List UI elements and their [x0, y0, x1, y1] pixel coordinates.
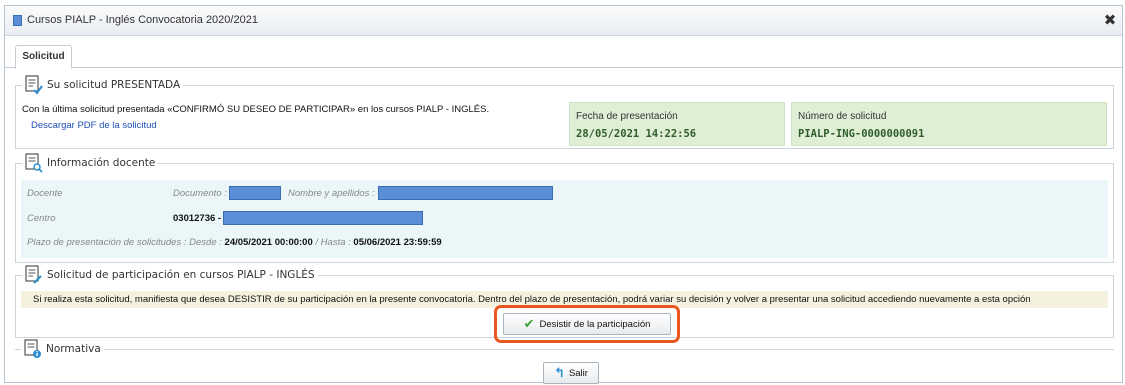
- section-teacher-info: Información docente Docente Documento : …: [15, 153, 1114, 263]
- section-normativa-title: Normativa: [46, 343, 101, 355]
- section-submitted-title: Su solicitud PRESENTADA: [47, 79, 181, 91]
- document-search-icon: [25, 153, 43, 173]
- submission-date-box: Fecha de presentación 28/05/2021 14:22:5…: [569, 102, 785, 146]
- desde-label: Desde :: [189, 237, 222, 248]
- checkmark-icon: ✔: [523, 316, 535, 332]
- window-title: Cursos PIALP - Inglés Convocatoria 2020/…: [27, 14, 258, 26]
- application-number-label: Número de solicitud: [798, 111, 887, 122]
- application-number-value: PIALP-ING-0000000091: [798, 128, 925, 140]
- tab-solicitud[interactable]: Solicitud: [15, 45, 72, 69]
- centro-row: Centro 03012736 -: [27, 211, 1107, 227]
- window-icon: [13, 15, 22, 26]
- desist-participation-button[interactable]: ✔ Desistir de la participación: [503, 313, 671, 335]
- dialog-window: Cursos PIALP - Inglés Convocatoria 2020/…: [4, 5, 1123, 384]
- hasta-value: 05/06/2021 23:59:59: [353, 237, 442, 248]
- centro-code: 03012736 -: [173, 213, 222, 224]
- section-participation: Solicitud de participación en cursos PIA…: [15, 265, 1114, 343]
- section-teacher-title: Información docente: [47, 157, 156, 169]
- teacher-info-panel: Docente Documento : Nombre y apellidos :…: [21, 180, 1108, 258]
- plazo-label: Plazo de presentación de solicitudes :: [27, 237, 187, 248]
- back-arrow-icon: ↰: [554, 365, 565, 381]
- centro-label: Centro: [27, 213, 56, 224]
- hasta-label: Hasta :: [320, 237, 351, 248]
- document-info-icon: [24, 339, 42, 359]
- document-edit-icon: [25, 265, 43, 285]
- submission-date-label: Fecha de presentación: [576, 111, 678, 122]
- docente-row: Docente Documento : Nombre y apellidos :: [27, 186, 1107, 202]
- documento-label: Documento :: [173, 188, 227, 199]
- tab-bar: Solicitud: [5, 42, 1122, 69]
- plazo-separator: /: [315, 237, 319, 248]
- title-bar: Cursos PIALP - Inglés Convocatoria 2020/…: [5, 6, 1122, 36]
- desde-value: 24/05/2021 00:00:00: [224, 237, 313, 248]
- download-pdf-link[interactable]: Descargar PDF de la solicitud: [31, 120, 157, 131]
- exit-button-label: Salir: [568, 367, 588, 379]
- section-normativa-legend[interactable]: Normativa: [21, 339, 104, 359]
- close-icon[interactable]: ✖: [1102, 12, 1118, 28]
- redacted-document: [229, 186, 281, 200]
- plazo-row: Plazo de presentación de solicitudes : D…: [27, 237, 1107, 253]
- exit-button[interactable]: ↰ Salir: [543, 362, 599, 384]
- section-submitted: Su solicitud PRESENTADA Con la última so…: [15, 75, 1114, 149]
- redacted-centro: [223, 211, 423, 225]
- submission-date-value: 28/05/2021 14:22:56: [576, 128, 697, 140]
- section-teacher-legend: Información docente: [22, 153, 159, 173]
- section-normativa: Normativa: [15, 339, 1114, 359]
- redacted-name: [378, 186, 553, 200]
- application-number-box: Número de solicitud PIALP-ING-0000000091: [791, 102, 1107, 146]
- desist-button-label: Desistir de la participación: [539, 318, 651, 330]
- section-submitted-legend: Su solicitud PRESENTADA: [22, 75, 184, 95]
- document-check-icon: [25, 75, 43, 95]
- section-participation-legend: Solicitud de participación en cursos PIA…: [22, 265, 318, 285]
- nombre-label: Nombre y apellidos :: [288, 188, 375, 199]
- section-participation-title: Solicitud de participación en cursos PIA…: [47, 269, 315, 281]
- docente-label: Docente: [27, 188, 63, 199]
- submitted-message: Con la última solicitud presentada «CONF…: [22, 104, 490, 115]
